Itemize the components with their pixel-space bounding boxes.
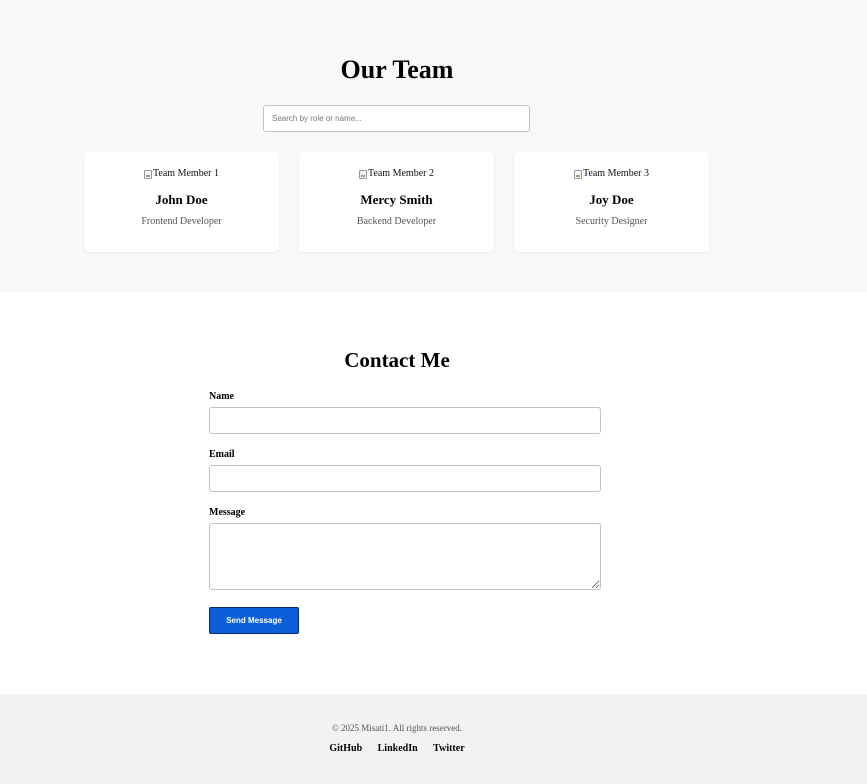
team-member-role: Frontend Developer [141, 216, 222, 227]
name-label: Name [209, 391, 234, 402]
team-member-card: Team Member 3 Joy Doe Security Designer [514, 152, 709, 252]
footer-links: GitHub LinkedIn Twitter [0, 742, 794, 755]
footer-link-linkedin[interactable]: LinkedIn [378, 743, 418, 754]
message-field[interactable] [209, 523, 601, 590]
broken-image-icon [574, 169, 583, 179]
send-message-button[interactable]: Send Message [209, 607, 299, 634]
team-title: Our Team [340, 55, 454, 84]
team-member-card: Team Member 2 Mercy Smith Backend Develo… [299, 152, 494, 252]
team-search-input[interactable] [263, 105, 530, 132]
team-member-photo: Team Member 1 [84, 167, 279, 181]
team-member-name: Mercy Smith [360, 192, 433, 207]
team-member-name: John Doe [155, 192, 208, 207]
contact-title: Contact Me [344, 348, 450, 372]
team-member-role: Security Designer [575, 216, 648, 227]
footer-link-twitter[interactable]: Twitter [433, 743, 464, 754]
team-member-role: Backend Developer [356, 216, 437, 227]
broken-image-icon [359, 169, 368, 179]
team-member-photo-alt: Team Member 1 [153, 168, 219, 179]
footer-link-github[interactable]: GitHub [329, 743, 362, 754]
team-member-photo-alt: Team Member 2 [368, 168, 434, 179]
team-member-photo: Team Member 3 [514, 167, 709, 181]
copyright-text: © 2025 Misati1. All rights reserved. [331, 723, 463, 733]
broken-image-icon [144, 169, 153, 179]
name-field[interactable] [209, 407, 601, 434]
email-label: Email [209, 449, 235, 460]
team-member-name: Joy Doe [589, 192, 634, 207]
team-member-card: Team Member 1 John Doe Frontend Develope… [84, 152, 279, 252]
team-member-photo: Team Member 2 [299, 167, 494, 181]
email-field[interactable] [209, 465, 601, 492]
message-label: Message [209, 507, 246, 518]
footer: © 2025 Misati1. All rights reserved. Git… [0, 694, 867, 784]
team-section: Our Team Team Member 1 John Doe Frontend… [0, 0, 867, 292]
contact-section: Contact Me Name Email Message Send Messa… [0, 292, 867, 694]
team-member-photo-alt: Team Member 3 [583, 168, 649, 179]
